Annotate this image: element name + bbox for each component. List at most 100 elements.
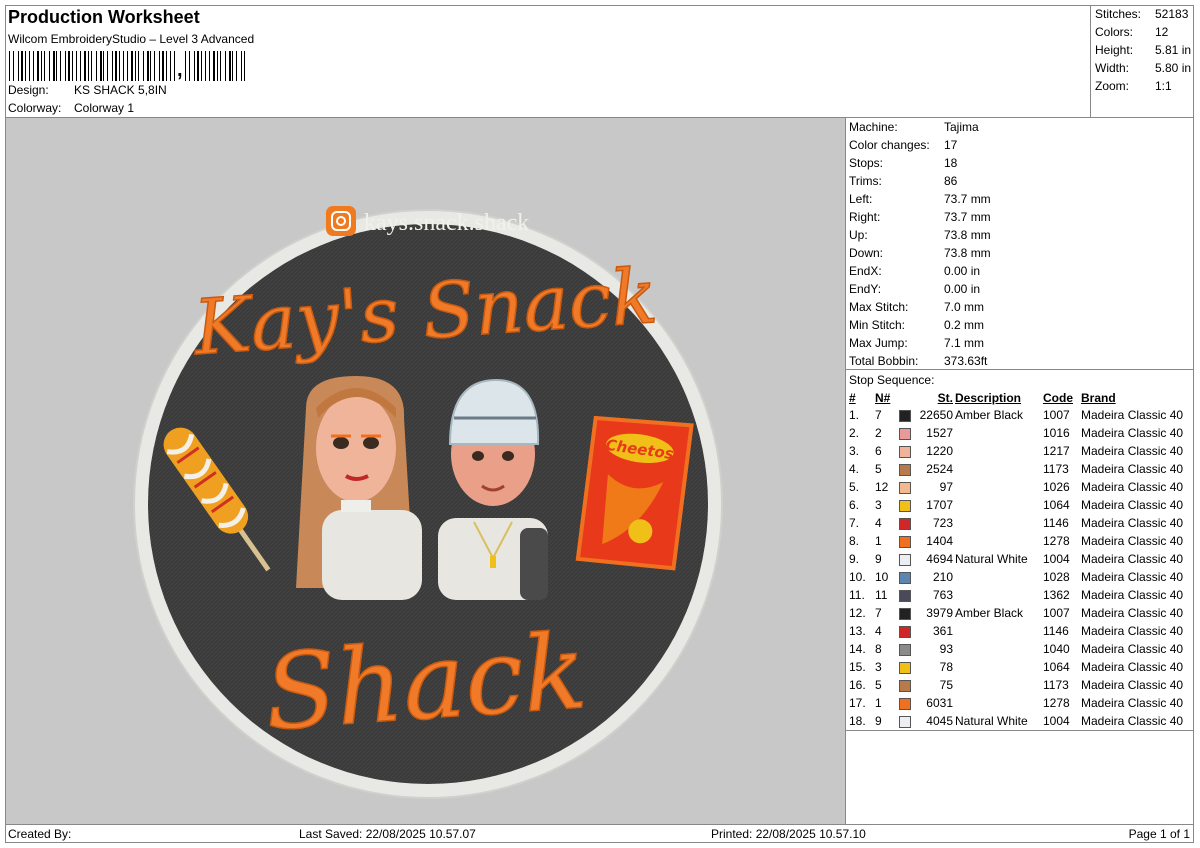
row-description [954,676,1042,694]
row-index: 10. [849,570,866,584]
row-index: 7. [849,516,860,530]
page-number: Page 1 of 1 [1128,827,1190,841]
setting-value: 0.2 mm [944,318,985,332]
row-index: 12. [849,606,866,620]
row-index: 14. [849,642,866,656]
setting-value: 7.1 mm [944,336,985,350]
row-index: 18. [849,714,866,728]
row-needle: 9 [875,552,882,566]
colorway-label: Colorway: [8,101,62,115]
stitches-value: 52183 [1155,7,1189,21]
row-description [954,514,1042,532]
barcode-tail [185,51,245,81]
swatch-icon [899,607,911,620]
table-row: 14. 8 93 1040 Madeira Classic 40 [848,640,1184,658]
color-swatch [898,604,912,622]
stitches-label: Stitches: [1095,7,1142,21]
setting-value: 7.0 mm [944,300,985,314]
row-code: 1217 [1043,444,1070,458]
row-needle: 8 [875,642,882,656]
colorway-value: Colorway 1 [74,101,135,115]
setting-label: Up: [849,228,868,242]
row-needle: 1 [875,534,882,548]
row-description [954,460,1042,478]
height-label: Height: [1095,43,1134,57]
colors-row: Colors: 12 [1095,25,1168,39]
row-code: 1007 [1043,606,1070,620]
colors-label: Colors: [1095,25,1134,39]
swatch-icon [899,481,911,494]
row-needle: 12 [875,480,889,494]
row-needle: 3 [875,660,882,674]
table-end-divider [846,730,1194,731]
table-row: 9. 9 4694 Natural White 1004 Madeira Classic … [848,550,1184,568]
setting-label: Min Stitch: [849,318,906,332]
machine-setting-row: Max Jump: 7.1 mm [849,336,984,350]
row-description [954,442,1042,460]
row-stitches: 2524 [926,462,953,476]
row-index: 15. [849,660,866,674]
swatch-icon [899,589,911,602]
created-by: Created By: [8,827,72,841]
setting-value: 373.63ft [944,354,988,368]
row-description: Natural White [955,714,1028,728]
col-swatch [898,389,912,406]
row-stitches: 75 [939,678,953,692]
row-brand: Madeira Classic 40 [1081,696,1184,710]
color-swatch [898,694,912,712]
color-swatch [898,640,912,658]
row-index: 17. [849,696,866,710]
color-swatch [898,586,912,604]
table-row: 17. 1 6031 1278 Madeira Classic 40 [848,694,1184,712]
swatch-icon [899,445,911,458]
setting-value: 17 [944,138,958,152]
info-panel: Machine: Tajima Color changes: 17 Stops: 18 Tr… [846,118,1194,824]
swatch-icon [899,571,911,584]
col-brand: Brand [1081,390,1116,405]
table-row: 11. 11 763 1362 Madeira Classic 40 [848,586,1184,604]
row-brand: Madeira Classic 40 [1081,462,1184,476]
table-row: 7. 4 723 1146 Madeira Classic 40 [848,514,1184,532]
design-value: KS SHACK 5,8IN [74,83,167,97]
machine-setting-row: Down: 73.8 mm [849,246,991,260]
swatch-icon [899,625,911,638]
row-index: 3. [849,444,860,458]
row-code: 1146 [1043,624,1069,638]
setting-label: Trims: [849,174,882,188]
row-stitches: 361 [932,624,953,638]
setting-label: EndX: [849,264,882,278]
row-brand: Madeira Classic 40 [1081,678,1184,692]
setting-label: Right: [849,210,881,224]
printed-date: Printed: 22/08/2025 10.57.10 [711,827,866,841]
height-value: 5.81 in [1155,43,1192,57]
machine-setting-row: Left: 73.7 mm [849,192,991,206]
last-saved: Last Saved: 22/08/2025 10.57.07 [299,827,476,841]
design-row: Design: KS SHACK 5,8IN [8,83,167,97]
row-code: 1064 [1043,660,1070,674]
row-needle: 2 [875,426,882,440]
row-index: 1. [849,408,860,422]
row-description [954,496,1042,514]
swatch-icon [899,427,911,440]
swatch-icon [899,715,911,728]
width-value: 5.80 in [1155,61,1192,75]
table-row: 1. 7 22650 Amber Black 1007 Madeira Classic 4… [848,406,1184,424]
swatch-icon [899,679,911,692]
row-description [954,568,1042,586]
row-description: Natural White [955,552,1028,566]
col-stitches: St. [937,390,953,405]
row-brand: Madeira Classic 40 [1081,498,1184,512]
color-swatch [898,658,912,676]
zoom-label: Zoom: [1095,79,1130,93]
table-row: 8. 1 1404 1278 Madeira Classic 40 [848,532,1184,550]
stitches-row: Stitches: 52183 [1095,7,1188,21]
row-code: 1016 [1043,426,1070,440]
patch-title-line2: Shack [261,610,590,754]
width-row: Width: 5.80 in [1095,61,1191,75]
row-code: 1362 [1043,588,1070,602]
row-needle: 5 [875,678,882,692]
barcode-separator: , [177,59,183,81]
row-code: 1028 [1043,570,1070,584]
table-row: 16. 5 75 1173 Madeira Classic 40 [848,676,1184,694]
setting-label: Max Stitch: [849,300,909,314]
